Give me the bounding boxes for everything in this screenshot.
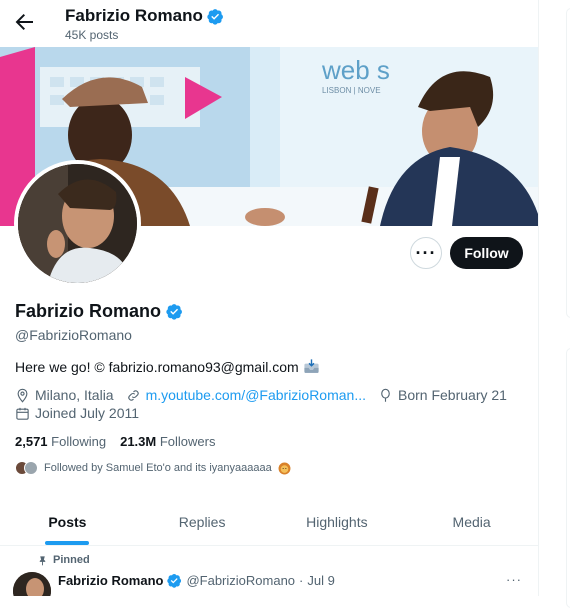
tweet-separator: · xyxy=(299,573,304,588)
header-post-count: 45K posts xyxy=(65,28,119,42)
tweet-header: Fabrizio Romano @FabrizioRomano · Jul 9 xyxy=(58,573,335,588)
tab-media[interactable]: Media xyxy=(404,498,538,545)
banner-sign-sub: LISBON | NOVE xyxy=(322,86,381,95)
joined-item: Joined July 2011 xyxy=(15,405,139,421)
avatar-image xyxy=(13,572,51,596)
profile-bio: Here we go! © fabrizio.romano93@gmail.co… xyxy=(15,358,320,375)
profile-meta: Milano, Italia m.youtube.com/@FabrizioRo… xyxy=(15,387,519,403)
follow-button[interactable]: Follow xyxy=(450,237,523,269)
header-name: Fabrizio Romano xyxy=(65,6,224,26)
location-item: Milano, Italia xyxy=(15,387,114,403)
location-pin-icon xyxy=(17,388,28,403)
right-column xyxy=(540,0,570,608)
more-options-button[interactable]: ··· xyxy=(410,237,442,269)
lion-face-icon xyxy=(278,462,291,474)
inbox-tray-icon xyxy=(304,359,319,373)
verified-badge-icon xyxy=(207,8,223,25)
tweet-date[interactable]: Jul 9 xyxy=(307,573,334,588)
follow-stats: 2,571 Following 21.3M Followers xyxy=(15,434,215,449)
tab-highlights[interactable]: Highlights xyxy=(270,498,405,545)
sidebar-card xyxy=(566,8,570,318)
tab-replies[interactable]: Replies xyxy=(135,498,270,545)
profile-handle: @FabrizioRomano xyxy=(15,327,132,343)
back-arrow-icon[interactable] xyxy=(12,10,36,34)
profile-tabs: Posts Replies Highlights Media xyxy=(0,498,538,546)
banner-sign-text: web s xyxy=(321,55,390,85)
avatar xyxy=(24,461,38,475)
birthday-item: Born February 21 xyxy=(378,387,507,403)
followed-by[interactable]: Followed by Samuel Eto'o and its iyanyaa… xyxy=(15,461,291,475)
website-item: m.youtube.com/@FabrizioRoman... xyxy=(126,387,366,403)
tweet-author-handle[interactable]: @FabrizioRomano xyxy=(186,573,295,588)
avatar-image xyxy=(18,164,137,283)
follower-avatars xyxy=(15,461,38,475)
verified-badge-icon xyxy=(166,304,182,320)
verified-badge-icon xyxy=(167,573,182,588)
calendar-icon xyxy=(16,407,29,420)
tweet-avatar[interactable] xyxy=(13,572,51,596)
pinned-label: Pinned xyxy=(37,554,90,566)
top-header: Fabrizio Romano 45K posts xyxy=(0,0,538,47)
profile-column: Fabrizio Romano 45K posts web s LISBON |… xyxy=(0,0,539,596)
balloon-icon xyxy=(381,388,390,402)
tweet-more-button[interactable]: ··· xyxy=(506,572,522,587)
link-icon xyxy=(127,389,139,401)
profile-name: Fabrizio Romano xyxy=(15,301,183,322)
tab-posts[interactable]: Posts xyxy=(0,498,135,545)
profile-avatar[interactable] xyxy=(14,160,141,287)
followers-link[interactable]: 21.3M Followers xyxy=(120,434,215,449)
tweet-author-name[interactable]: Fabrizio Romano xyxy=(58,573,163,588)
pin-icon xyxy=(39,555,46,566)
profile-meta-joined: Joined July 2011 xyxy=(15,405,151,421)
following-link[interactable]: 2,571 Following xyxy=(15,434,106,449)
website-link[interactable]: m.youtube.com/@FabrizioRoman... xyxy=(146,387,366,403)
sidebar-card xyxy=(566,348,570,608)
